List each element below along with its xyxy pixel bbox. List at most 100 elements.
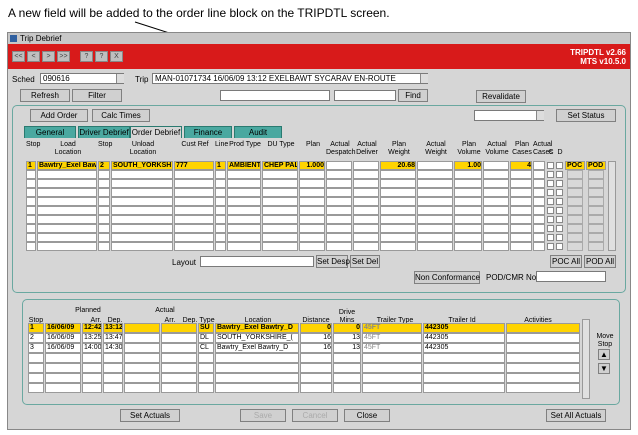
order-grid-scrollbar[interactable] (608, 161, 616, 251)
order-cell-empty[interactable] (353, 224, 379, 233)
order-cell-empty[interactable] (37, 233, 97, 242)
stops-grid-scrollbar[interactable] (582, 319, 590, 399)
order-cell-empty[interactable] (299, 206, 325, 215)
order-cell-empty[interactable] (380, 179, 416, 188)
stop-cell-dep[interactable]: 13:12 (103, 323, 123, 333)
order-cell-empty[interactable] (262, 188, 298, 197)
order-cell-empty[interactable] (510, 242, 532, 251)
order-cell-empty[interactable] (510, 197, 532, 206)
order-cell-empty[interactable] (483, 233, 509, 242)
poc-button-disabled[interactable] (567, 197, 583, 206)
order-cell-empty[interactable] (299, 242, 325, 251)
order-cell-empty[interactable] (98, 170, 110, 179)
order-cell-empty[interactable] (174, 215, 214, 224)
stop-cell-dep[interactable]: 13:47 (103, 333, 123, 343)
stop-cell-type[interactable]: DL (198, 333, 214, 343)
order-cell-empty[interactable] (37, 197, 97, 206)
order-cell-empty[interactable] (454, 197, 482, 206)
order-cell-cust-ref[interactable]: 777 (174, 161, 214, 170)
poc-button-disabled[interactable] (567, 242, 583, 251)
pod-button-disabled[interactable] (588, 233, 604, 242)
order-cell-empty[interactable] (326, 170, 352, 179)
order-cell-empty[interactable] (174, 233, 214, 242)
stop-cell-empty[interactable] (362, 373, 422, 383)
order-cell-empty[interactable] (227, 215, 261, 224)
c-checkbox[interactable] (547, 171, 554, 178)
order-cell-empty[interactable] (454, 233, 482, 242)
stop-cell-empty[interactable] (300, 373, 332, 383)
stop-cell-dep[interactable]: 14:30 (103, 343, 123, 353)
order-cell-empty[interactable] (483, 215, 509, 224)
c-checkbox[interactable] (547, 198, 554, 205)
stop-cell-location[interactable]: Bawtry_Exel Bawtry_D (215, 323, 299, 333)
order-cell-empty[interactable] (227, 188, 261, 197)
stop-cell-actual-dep[interactable] (161, 333, 197, 343)
order-cell-empty[interactable] (510, 170, 532, 179)
pod-button-disabled[interactable] (588, 224, 604, 233)
add-order-button[interactable]: Add Order (30, 109, 88, 122)
order-cell-empty[interactable] (37, 215, 97, 224)
order-cell-empty[interactable] (262, 215, 298, 224)
stop-cell-empty[interactable] (198, 373, 214, 383)
order-cell-empty[interactable] (417, 242, 453, 251)
order-cell-prod-type[interactable]: AMBIENT (227, 161, 261, 170)
poc-button-disabled[interactable] (567, 188, 583, 197)
stop-cell-empty[interactable] (161, 353, 197, 363)
stop-cell-empty[interactable] (333, 383, 361, 393)
order-cell-empty[interactable] (215, 170, 226, 179)
c-checkbox[interactable] (547, 207, 554, 214)
pod-button-disabled[interactable] (588, 188, 604, 197)
order-cell-empty[interactable] (98, 197, 110, 206)
stop-cell-empty[interactable] (333, 373, 361, 383)
stop-cell-empty[interactable] (423, 353, 505, 363)
stop-cell-empty[interactable] (124, 363, 160, 373)
c-checkbox[interactable] (547, 162, 554, 169)
d-checkbox[interactable] (556, 234, 563, 241)
order-cell-empty[interactable] (37, 206, 97, 215)
order-cell-du-type[interactable]: CHEP PAL (262, 161, 298, 170)
order-cell-empty[interactable] (380, 233, 416, 242)
revalidate-button[interactable]: Revalidate (476, 90, 526, 103)
stop-cell-mins[interactable]: 0 (333, 323, 361, 333)
stop-cell-distance[interactable]: 16 (300, 343, 332, 353)
order-cell-empty[interactable] (227, 242, 261, 251)
order-cell-empty[interactable] (454, 179, 482, 188)
order-cell-empty[interactable] (262, 233, 298, 242)
order-cell-empty[interactable] (26, 188, 36, 197)
order-cell-empty[interactable] (37, 242, 97, 251)
order-cell-empty[interactable] (326, 233, 352, 242)
stop-cell-empty[interactable] (362, 383, 422, 393)
order-cell-empty[interactable] (380, 206, 416, 215)
stop-cell-empty[interactable] (28, 383, 44, 393)
order-cell-empty[interactable] (326, 179, 352, 188)
order-cell-empty[interactable] (533, 233, 545, 242)
d-checkbox[interactable] (556, 243, 563, 250)
pod-all-button[interactable]: POD All (584, 255, 616, 268)
order-cell-empty[interactable] (299, 179, 325, 188)
set-actuals-button[interactable]: Set Actuals (120, 409, 180, 422)
order-cell-empty[interactable] (174, 170, 214, 179)
stop-cell-date[interactable]: 16/06/09 (45, 323, 81, 333)
stop-cell-trailer-id[interactable]: 442305 (423, 333, 505, 343)
stop-cell-empty[interactable] (45, 363, 81, 373)
find-input-2[interactable] (334, 90, 396, 101)
order-cell-empty[interactable] (533, 224, 545, 233)
order-cell-empty[interactable] (26, 215, 36, 224)
order-cell-empty[interactable] (510, 224, 532, 233)
order-cell-empty[interactable] (111, 215, 173, 224)
stop-cell-empty[interactable] (423, 383, 505, 393)
order-cell-empty[interactable] (262, 179, 298, 188)
order-cell-plan-weight[interactable]: 20.68 (380, 161, 416, 170)
layout-field[interactable] (200, 256, 314, 267)
stop-cell-empty[interactable] (82, 373, 102, 383)
order-cell-empty[interactable] (299, 197, 325, 206)
trip-field[interactable]: MAN-01071734 16/06/09 13:12 EXELBAWT SYC… (152, 73, 428, 84)
order-cell-actual-weight[interactable] (417, 161, 453, 170)
order-cell-empty[interactable] (98, 215, 110, 224)
order-cell-empty[interactable] (417, 197, 453, 206)
cancel-button[interactable]: Cancel (292, 409, 338, 422)
stop-cell-empty[interactable] (506, 373, 580, 383)
order-cell-empty[interactable] (227, 170, 261, 179)
order-cell-empty[interactable] (26, 197, 36, 206)
c-checkbox[interactable] (547, 234, 554, 241)
